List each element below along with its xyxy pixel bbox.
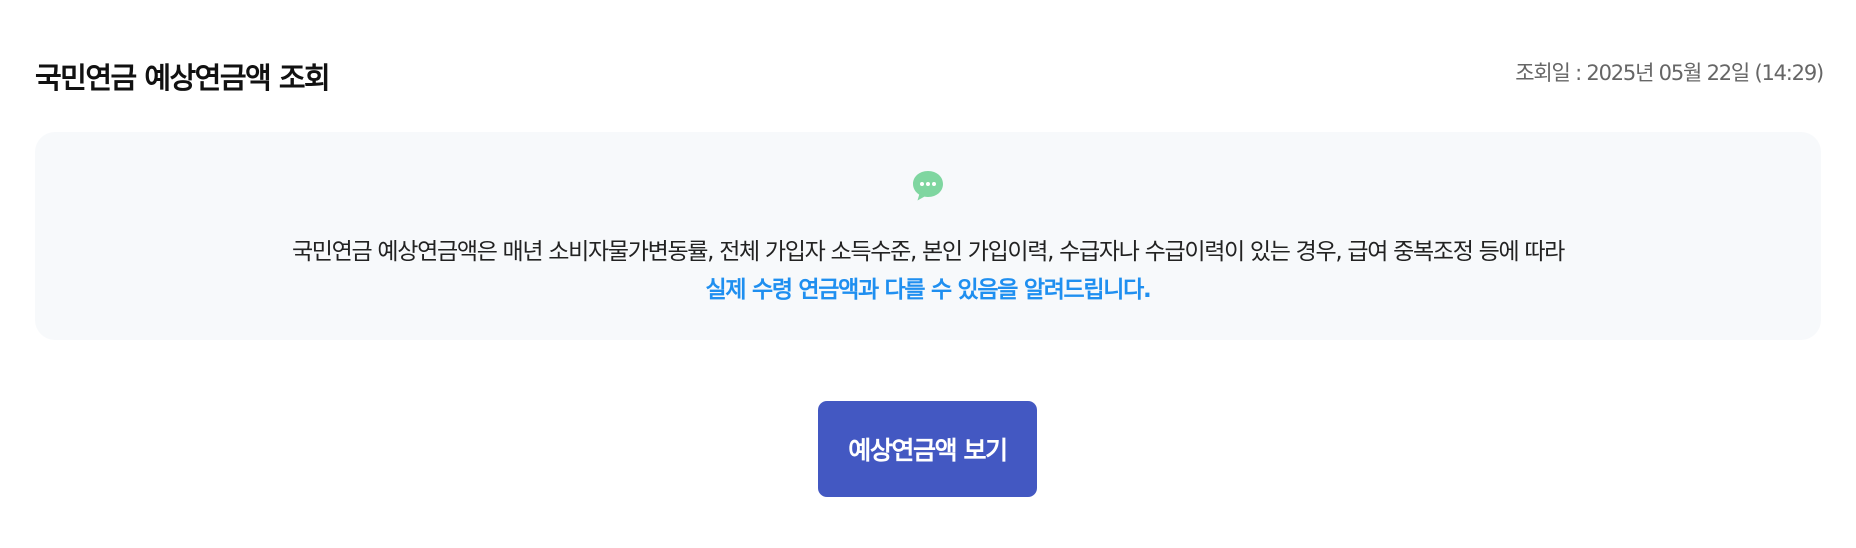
notice-box: 국민연금 예상연금액은 매년 소비자물가변동률, 전체 가입자 소득수준, 본인… — [35, 132, 1821, 340]
pension-estimate-page: 국민연금 예상연금액 조회 조회일 : 2025년 05월 22일 (14:29… — [0, 0, 1856, 548]
query-date: 조회일 : 2025년 05월 22일 (14:29) — [1515, 61, 1824, 85]
notice-text: 국민연금 예상연금액은 매년 소비자물가변동률, 전체 가입자 소득수준, 본인… — [291, 239, 1565, 265]
view-estimated-pension-button[interactable]: 예상연금액 보기 — [818, 401, 1037, 497]
chat-bubble-icon — [913, 171, 943, 201]
notice-highlight-text: 실제 수령 연금액과 다를 수 있음을 알려드립니다. — [705, 277, 1152, 303]
page-title: 국민연금 예상연금액 조회 — [35, 61, 331, 95]
